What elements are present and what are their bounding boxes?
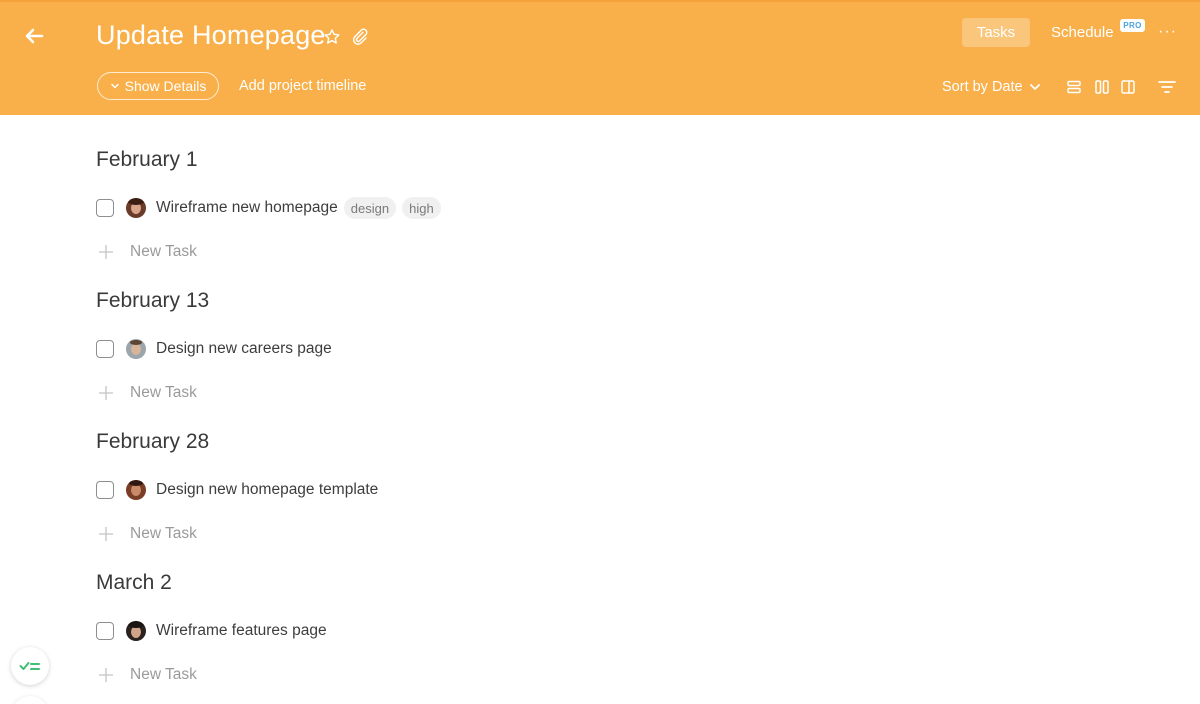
attachment-icon[interactable] (350, 27, 370, 47)
task-row[interactable]: Design new homepage template (96, 478, 378, 502)
add-project-timeline-link[interactable]: Add project timeline (239, 78, 366, 94)
plus-icon (99, 527, 113, 541)
plus-icon (99, 386, 113, 400)
date-group-title: February 13 (96, 289, 210, 312)
task-name[interactable]: Wireframe features page (156, 622, 327, 640)
more-options-button[interactable]: ··· (1158, 23, 1177, 41)
new-task-button[interactable]: New Task (98, 664, 197, 686)
task-row[interactable]: Wireframe new homepage design high (96, 196, 441, 220)
plus-icon (99, 668, 113, 682)
split-view-icon[interactable] (1120, 79, 1136, 95)
project-header: Update Homepage Tasks Schedule PRO ··· S… (0, 0, 1200, 115)
sort-label: Sort by Date (942, 79, 1023, 95)
avatar[interactable] (126, 621, 146, 641)
show-details-button[interactable]: Show Details (97, 72, 219, 100)
task-row[interactable]: Design new careers page (96, 337, 332, 361)
avatar[interactable] (126, 480, 146, 500)
show-details-label: Show Details (124, 78, 207, 94)
chevron-down-icon (110, 83, 119, 89)
back-arrow-icon[interactable] (22, 24, 46, 48)
plus-icon (99, 245, 113, 259)
chevron-down-icon (1029, 84, 1040, 90)
task-checkbox[interactable] (96, 199, 114, 217)
task-name[interactable]: Wireframe new homepage (156, 199, 338, 217)
new-task-button[interactable]: New Task (98, 241, 197, 263)
pro-badge: PRO (1120, 19, 1145, 32)
new-task-label: New Task (130, 384, 197, 401)
avatar[interactable] (126, 339, 146, 359)
avatar[interactable] (126, 198, 146, 218)
new-task-label: New Task (130, 243, 197, 260)
date-group-title: February 28 (96, 430, 210, 453)
task-row[interactable]: Wireframe features page (96, 619, 327, 643)
task-name[interactable]: Design new careers page (156, 340, 332, 358)
tab-tasks[interactable]: Tasks (962, 18, 1030, 47)
new-task-button[interactable]: New Task (98, 382, 197, 404)
new-task-label: New Task (130, 525, 197, 542)
sort-dropdown[interactable]: Sort by Date (942, 79, 1041, 95)
task-progress-button[interactable] (11, 647, 49, 685)
tag-design[interactable]: design (343, 197, 397, 219)
task-checkbox[interactable] (96, 622, 114, 640)
tag-high[interactable]: high (402, 197, 441, 219)
date-group-title: March 2 (96, 571, 172, 594)
task-name[interactable]: Design new homepage template (156, 481, 378, 499)
date-group-title: February 1 (96, 148, 198, 171)
star-icon[interactable] (322, 27, 342, 47)
checklist-icon (19, 662, 40, 670)
secondary-floating-button[interactable] (11, 696, 49, 704)
project-title[interactable]: Update Homepage (96, 20, 326, 51)
filter-icon[interactable] (1157, 79, 1177, 95)
board-view-icon[interactable] (1094, 79, 1110, 95)
task-checkbox[interactable] (96, 340, 114, 358)
new-task-button[interactable]: New Task (98, 523, 197, 545)
list-view-icon[interactable] (1066, 79, 1082, 95)
task-checkbox[interactable] (96, 481, 114, 499)
new-task-label: New Task (130, 666, 197, 683)
tab-schedule[interactable]: Schedule (1051, 24, 1114, 41)
